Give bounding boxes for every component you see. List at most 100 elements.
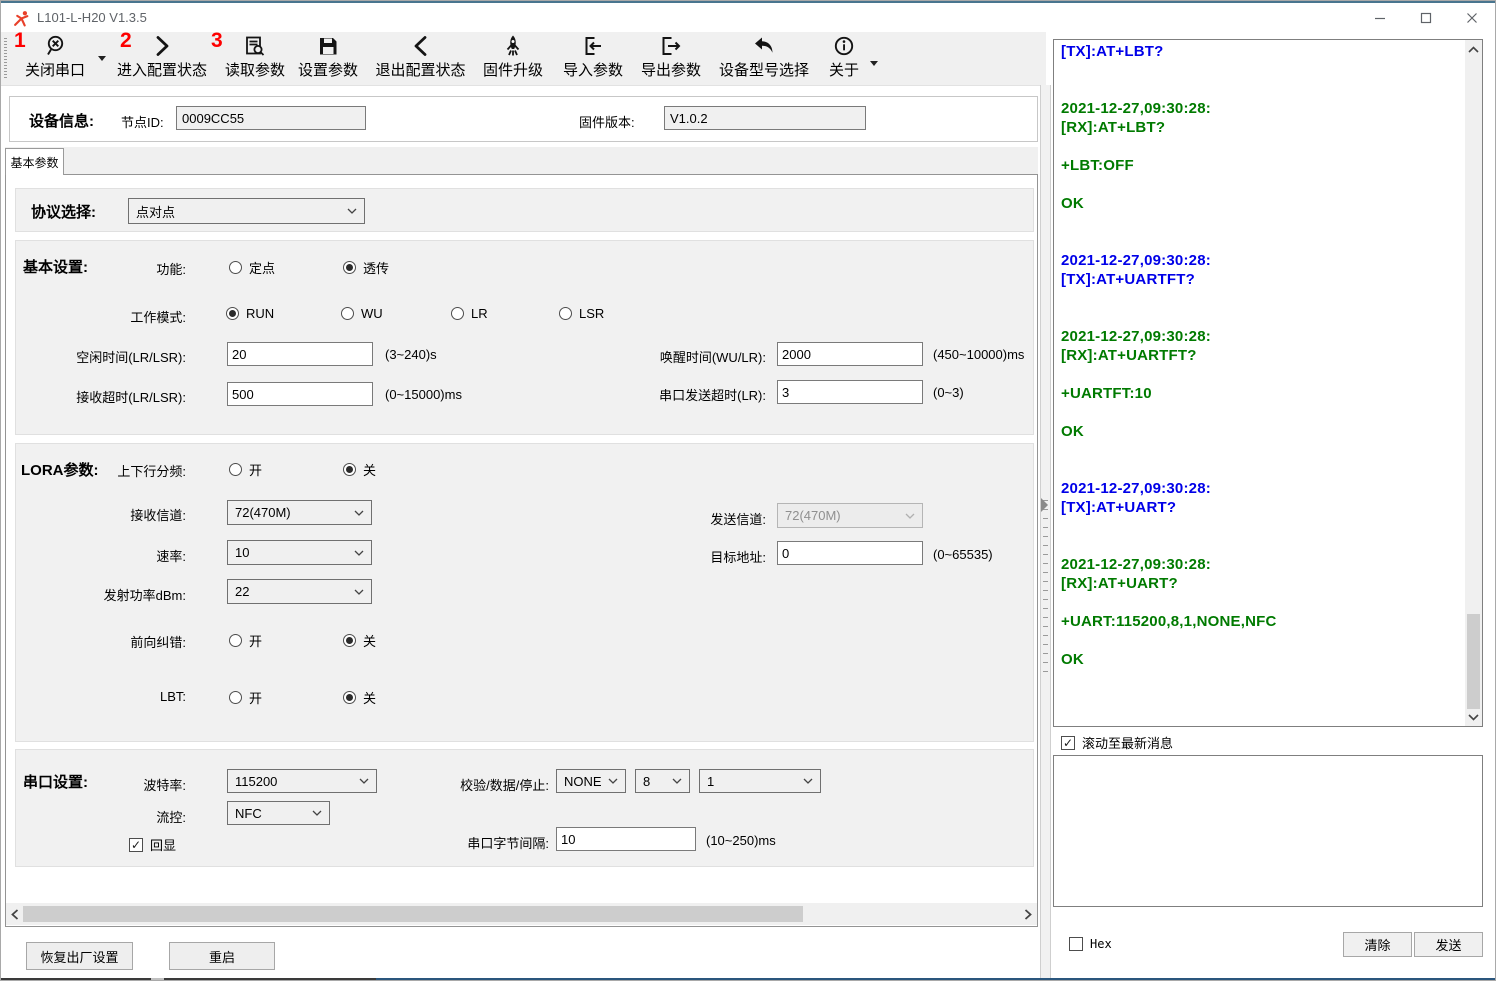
factory-reset-button[interactable]: 恢复出厂设置 — [26, 942, 133, 970]
radio-mode-wu[interactable]: WU — [341, 306, 383, 321]
firmware-version-label: 固件版本: — [579, 112, 635, 131]
serial-port-dropdown-arrow-icon[interactable] — [98, 56, 106, 61]
checkbox-box — [1069, 937, 1083, 951]
parity-select[interactable]: NONE — [556, 769, 626, 793]
echo-checkbox[interactable]: ✓ 回显 — [129, 835, 176, 854]
scroll-to-latest-checkbox[interactable]: ✓ 滚动至最新消息 — [1061, 733, 1173, 752]
scroll-down-arrow-icon[interactable] — [1467, 710, 1480, 724]
firmware-version-field: V1.0.2 — [664, 106, 866, 130]
toolbar-button-label: 固件升级 — [483, 59, 543, 82]
panel-splitter[interactable] — [1040, 85, 1051, 978]
scroll-right-arrow-icon[interactable] — [1021, 906, 1035, 922]
send-button[interactable]: 发送 — [1414, 932, 1483, 957]
restart-button[interactable]: 重启 — [169, 942, 275, 970]
baud-rate-value: 115200 — [235, 774, 277, 789]
node-id-field: 0009CC55 — [176, 106, 366, 130]
send-data-textarea[interactable] — [1053, 755, 1483, 907]
tx-power-select[interactable]: 22 — [227, 579, 372, 604]
data-bits-select[interactable]: 8 — [635, 769, 690, 793]
device-info-section-label: 设备信息: — [29, 110, 94, 131]
radio-fec-on[interactable]: 开 — [229, 631, 262, 650]
toolbar-button-import-params[interactable]: 导入参数 — [558, 34, 628, 82]
radio-fec-off[interactable]: 关 — [343, 631, 376, 650]
chevron-down-icon — [354, 589, 364, 595]
console-log-line — [1061, 537, 1462, 556]
flow-control-select[interactable]: NFC — [227, 801, 330, 825]
radio-lbt-off[interactable]: 关 — [343, 688, 376, 707]
radio-updown-on[interactable]: 开 — [229, 460, 262, 479]
stop-bits-select[interactable]: 1 — [699, 769, 821, 793]
rate-select[interactable]: 10 — [227, 540, 372, 565]
hex-checkbox[interactable]: Hex — [1069, 937, 1112, 951]
radio-label: WU — [361, 306, 383, 321]
toolbar-button-export-params[interactable]: 导出参数 — [636, 34, 706, 82]
toolbar-button-label: 导入参数 — [563, 59, 623, 82]
console-log-line: 2021-12-27,09:30:28: — [1061, 328, 1462, 347]
maximize-button[interactable] — [1403, 3, 1449, 32]
byte-interval-input[interactable] — [556, 827, 696, 851]
console-log-line: OK — [1061, 651, 1462, 670]
parity-value: NONE — [564, 774, 602, 789]
tab-basic-params[interactable]: 基本参数 — [5, 148, 64, 175]
radio-mode-lsr[interactable]: LSR — [559, 306, 604, 321]
toolbar-button-set-params[interactable]: 设置参数 — [295, 34, 361, 82]
baud-rate-select[interactable]: 115200 — [227, 769, 377, 793]
radio-function-fixed[interactable]: 定点 — [229, 258, 275, 277]
console-scrollbar-thumb[interactable] — [1467, 614, 1480, 709]
tab-strip — [5, 147, 1038, 175]
updown-split-label: 上下行分频: — [36, 461, 186, 480]
toolbar-button-device-model-select[interactable]: 设备型号选择 — [714, 34, 814, 82]
target-addr-input[interactable] — [777, 541, 923, 565]
radio-dot — [559, 307, 572, 320]
radio-function-transparent[interactable]: 透传 — [343, 258, 389, 277]
chevron-down-icon — [347, 208, 357, 214]
clear-label: 清除 — [1364, 935, 1390, 954]
set-params-icon — [316, 34, 340, 58]
rx-timeout-input[interactable] — [227, 382, 373, 406]
send-label: 发送 — [1435, 935, 1461, 954]
annotation-step-1: 1 — [14, 29, 26, 53]
radio-updown-off[interactable]: 关 — [343, 460, 376, 479]
horizontal-scrollbar[interactable] — [6, 903, 1037, 925]
close-button[interactable] — [1449, 3, 1495, 32]
splitter-collapse-arrow-icon[interactable] — [1041, 498, 1048, 512]
toolbar-button-label: 读取参数 — [225, 59, 285, 82]
wake-time-input[interactable] — [777, 342, 923, 366]
radio-dot — [229, 634, 242, 647]
uart-send-timeout-input[interactable] — [777, 380, 923, 404]
toolbar-button-read-params[interactable]: 读取参数 — [222, 34, 288, 82]
toolbar-button-firmware-upgrade[interactable]: 固件升级 — [480, 34, 546, 82]
about-dropdown-arrow-icon[interactable] — [870, 61, 878, 66]
radio-mode-lr[interactable]: LR — [451, 306, 488, 321]
radio-label: 开 — [249, 688, 262, 707]
checkbox-check-icon: ✓ — [1061, 736, 1075, 750]
radio-label: 定点 — [249, 258, 275, 277]
idle-time-label: 空闲时间(LR/LSR): — [36, 347, 186, 366]
rx-channel-select[interactable]: 72(470M) — [227, 500, 372, 525]
scroll-left-arrow-icon[interactable] — [8, 906, 22, 922]
protocol-select[interactable]: 点对点 — [128, 198, 365, 224]
uart-send-timeout-label: 串口发送超时(LR): — [596, 385, 766, 404]
clear-button[interactable]: 清除 — [1343, 932, 1412, 957]
radio-mode-run[interactable]: RUN — [226, 306, 274, 321]
scroll-up-arrow-icon[interactable] — [1467, 42, 1480, 56]
minimize-button[interactable] — [1357, 3, 1403, 32]
title-bar[interactable]: L101-L-H20 V1.3.5 — [1, 3, 1496, 32]
idle-time-hint: (3~240)s — [385, 347, 437, 362]
horizontal-scrollbar-thumb[interactable] — [23, 906, 803, 922]
chevron-down-icon — [905, 513, 915, 519]
radio-dot — [229, 261, 242, 274]
idle-time-input[interactable] — [227, 342, 373, 366]
console-log-line — [1061, 594, 1462, 613]
toolbar-button-exit-config[interactable]: 退出配置状态 — [368, 34, 473, 82]
radio-label: LSR — [579, 306, 604, 321]
toolbar-grip[interactable] — [4, 38, 7, 80]
toolbar-button-about[interactable]: 关于 — [822, 34, 866, 82]
radio-lbt-on[interactable]: 开 — [229, 688, 262, 707]
console-vertical-scrollbar[interactable] — [1465, 40, 1482, 726]
console-log-line — [1061, 366, 1462, 385]
work-mode-label: 工作模式: — [36, 307, 186, 326]
radio-dot — [341, 307, 354, 320]
serial-console-log[interactable]: [TX]:AT+LBT? 2021-12-27,09:30:28:[RX]:AT… — [1053, 39, 1483, 727]
stop-bits-value: 1 — [707, 774, 714, 789]
